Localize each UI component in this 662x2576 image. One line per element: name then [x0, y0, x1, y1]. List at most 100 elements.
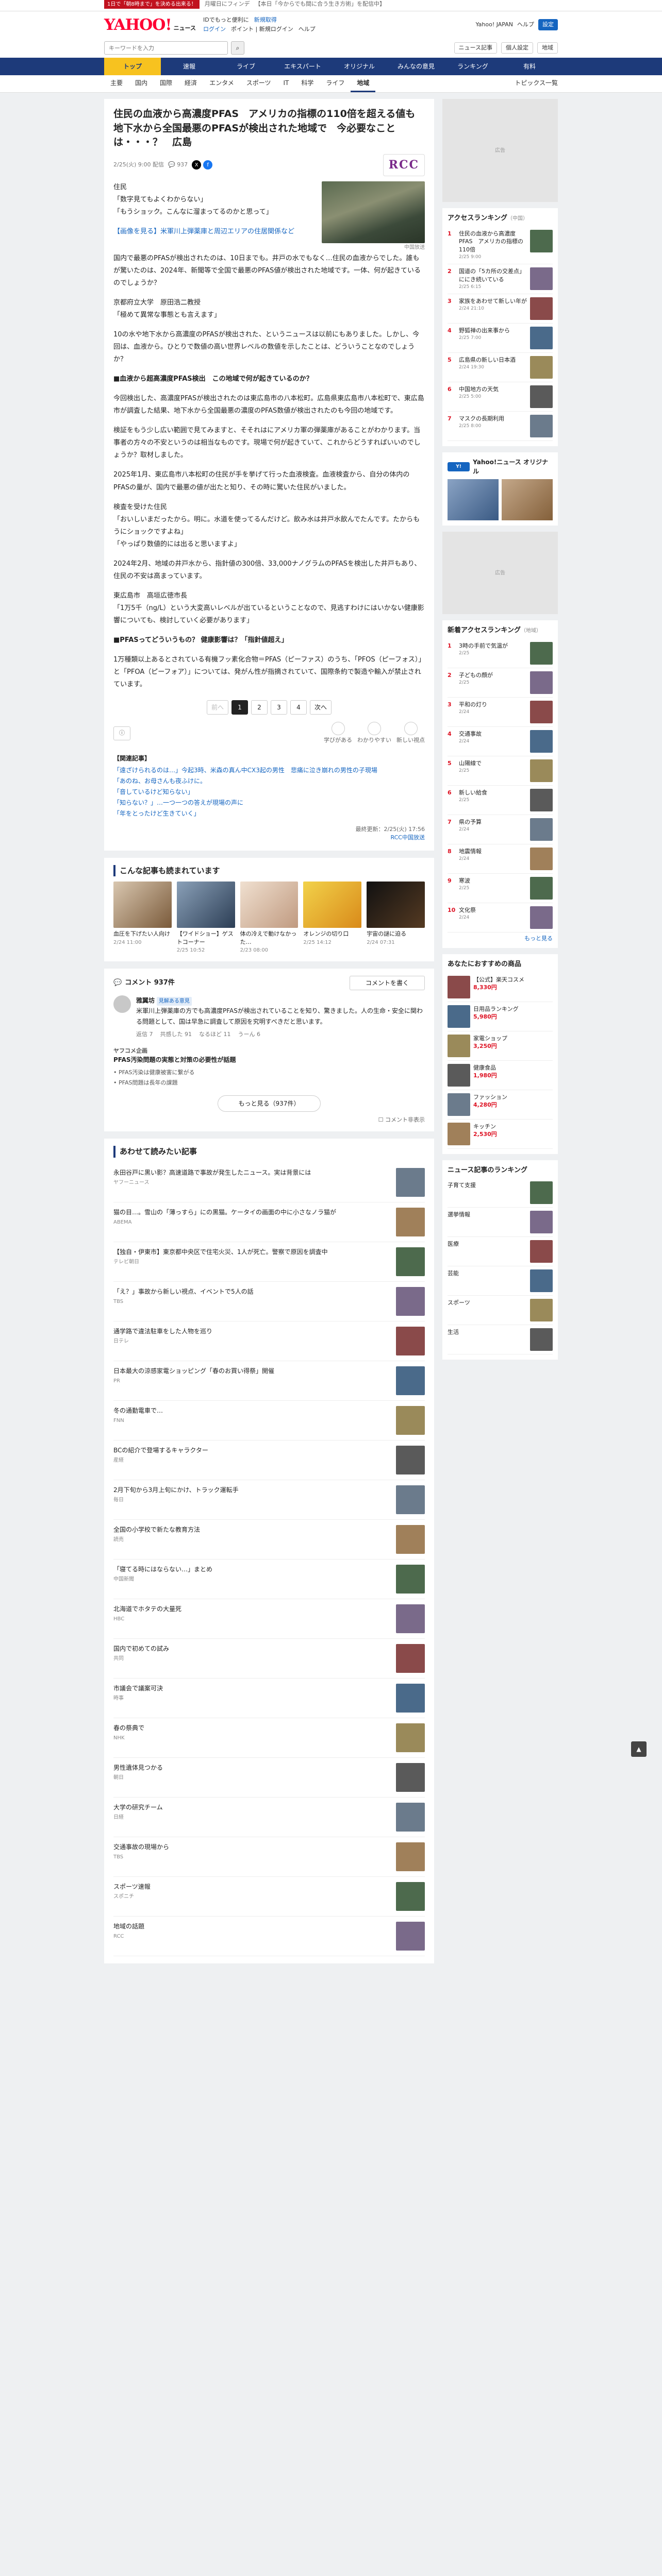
- list-item-thumb[interactable]: [396, 1802, 425, 1832]
- list-item[interactable]: 猫の目…。雪山の「薄っすら」にの黒猫。ケータイの画面の中に小さなノラ猫が ABEM…: [113, 1202, 425, 1242]
- list-item-title[interactable]: BCの紹介で登場するキャラクター: [113, 1446, 391, 1455]
- list-item-title[interactable]: 【独自・伊東市】東京都中央区で住宅火災、1人が死亡。警察で原因を調査中: [113, 1247, 391, 1257]
- list-item-title[interactable]: スポーツ速報: [113, 1882, 391, 1892]
- subnav-item[interactable]: エンタメ: [203, 75, 240, 92]
- list-item-thumb[interactable]: [396, 1366, 425, 1395]
- opinion-title[interactable]: PFAS汚染問題の実態と対策の必要性が話題: [113, 1055, 425, 1064]
- list-item-thumb[interactable]: [396, 1247, 425, 1276]
- list-item[interactable]: スポーツ速報 スポニチ: [113, 1877, 425, 1917]
- more-link[interactable]: もっと見る: [448, 935, 553, 943]
- sidebar-item-title[interactable]: 家族をあわせて新しい年が: [459, 297, 527, 306]
- nav-item[interactable]: トップ: [104, 58, 161, 75]
- list-item[interactable]: BCの紹介で登場するキャラクター 産経: [113, 1440, 425, 1480]
- list-item[interactable]: 冬の通勤電車で… FNN: [113, 1401, 425, 1440]
- subnav-item[interactable]: 国際: [154, 75, 178, 92]
- reaction-clear[interactable]: わかりやすい: [357, 722, 391, 745]
- sidebar-item-title[interactable]: 国道の「5カ所の交差点」ににき続いている: [459, 267, 527, 284]
- sidebar-item-title[interactable]: 子育て支援: [448, 1181, 527, 1190]
- list-item-title[interactable]: 男性遺体見つかる: [113, 1763, 391, 1773]
- sidebar-item[interactable]: 2 子どもの顔が 2/25: [448, 668, 553, 698]
- list-item[interactable]: 地域の話題 RCC: [113, 1917, 425, 1956]
- nav-item[interactable]: オリジナル: [331, 58, 388, 75]
- thumb-image[interactable]: [303, 882, 362, 928]
- list-item[interactable]: 大学の研究チーム 日経: [113, 1798, 425, 1837]
- subnav-item[interactable]: 地域: [351, 75, 376, 92]
- shop-title[interactable]: キッチン: [473, 1123, 497, 1130]
- sidebar-item-thumb[interactable]: [530, 297, 553, 320]
- read-also-item[interactable]: 体の冷えで動けなかった… 2/23 08:00: [240, 882, 299, 954]
- thumb-image[interactable]: [176, 882, 235, 928]
- list-item-thumb[interactable]: [396, 1485, 425, 1514]
- nav-item[interactable]: 速報: [161, 58, 218, 75]
- sidebar-item[interactable]: 10 文化祭 2/24: [448, 903, 553, 933]
- sidebar-item[interactable]: 8 地震情報 2/24: [448, 844, 553, 874]
- next-page-button[interactable]: 次へ: [310, 700, 332, 715]
- shop-item[interactable]: 家電ショップ 3,250円: [448, 1031, 553, 1061]
- shop-thumb[interactable]: [448, 1034, 470, 1057]
- shop-thumb[interactable]: [448, 1093, 470, 1116]
- sidebar-item-thumb[interactable]: [530, 327, 553, 350]
- article-photo[interactable]: 中国放送: [322, 181, 425, 250]
- list-item-thumb[interactable]: [396, 1882, 425, 1911]
- sidebar-item[interactable]: 生活: [448, 1325, 553, 1355]
- subnav-item[interactable]: 主要: [104, 75, 129, 92]
- sidebar-item[interactable]: 9 寒波 2/25: [448, 874, 553, 903]
- list-item-title[interactable]: 市議会で議案可決: [113, 1684, 391, 1693]
- sidebar-item-thumb[interactable]: [530, 906, 553, 929]
- list-item-thumb[interactable]: [396, 1564, 425, 1594]
- nav-item[interactable]: エキスパート: [274, 58, 331, 75]
- comments-count[interactable]: 💬 コメント 937件: [113, 978, 175, 988]
- list-item-thumb[interactable]: [396, 1643, 425, 1673]
- sidebar-item-thumb[interactable]: [530, 759, 553, 782]
- thumb-title[interactable]: 宇宙の謎に迫る: [367, 930, 425, 938]
- comment-author[interactable]: 雅翼坊: [136, 997, 155, 1004]
- list-item-thumb[interactable]: [396, 1326, 425, 1355]
- shop-item[interactable]: キッチン 2,530円: [448, 1120, 553, 1149]
- sidebar-item[interactable]: 3 平和の灯り 2/24: [448, 698, 553, 727]
- source-logo[interactable]: RCC: [383, 154, 425, 176]
- nav-item[interactable]: ランキング: [444, 58, 501, 75]
- sidebar-item[interactable]: 6 新しい給食 2/25: [448, 786, 553, 815]
- sidebar-item-thumb[interactable]: [530, 847, 553, 870]
- sidebar-item[interactable]: 4 交通事故 2/24: [448, 727, 553, 756]
- sidebar-item-title[interactable]: 医療: [448, 1240, 527, 1248]
- shop-title[interactable]: 日用品ランキング: [473, 1005, 519, 1013]
- thumb-title[interactable]: 【ワイドショー】ゲストコーナー: [177, 930, 235, 946]
- list-item[interactable]: 2月下旬から3月上旬にかけ、トラック運転手 毎日: [113, 1480, 425, 1520]
- list-item-thumb[interactable]: [396, 1723, 425, 1752]
- sidebar-item[interactable]: 選挙情報: [448, 1208, 553, 1238]
- subnav-item[interactable]: IT: [277, 75, 295, 92]
- thumb-image[interactable]: [113, 882, 172, 928]
- list-item-thumb[interactable]: [396, 1207, 425, 1236]
- related-link-text[interactable]: 「あのね、お母さんも夜ふけに。: [113, 777, 206, 785]
- list-item-thumb[interactable]: [396, 1167, 425, 1197]
- sidebar-item-title[interactable]: 山陽線で: [459, 759, 527, 768]
- sidebar-item-thumb[interactable]: [530, 700, 553, 723]
- sidebar-item-title[interactable]: マスクの長期利用: [459, 415, 527, 423]
- sidebar-item-thumb[interactable]: [530, 1211, 553, 1234]
- shop-thumb[interactable]: [448, 1063, 470, 1087]
- related-link[interactable]: 「あのね、お母さんも夜ふけに。: [113, 776, 425, 787]
- nav-item[interactable]: 有料: [501, 58, 558, 75]
- sidebar-item-thumb[interactable]: [530, 267, 553, 291]
- lead-image-link[interactable]: 【画像を見る】米軍川上弾薬庫と周辺エリアの住居関係など: [113, 226, 315, 238]
- sidebar-item-thumb[interactable]: [530, 1181, 553, 1205]
- search-icon[interactable]: ⌕: [231, 41, 244, 55]
- list-item-thumb[interactable]: [396, 1683, 425, 1713]
- sidebar-item-title[interactable]: 文化祭: [459, 906, 527, 914]
- subnav-item[interactable]: 国内: [129, 75, 154, 92]
- sidebar-item-title[interactable]: 県の予算: [459, 818, 527, 826]
- points-link[interactable]: ポイント | 新規ログイン: [231, 25, 293, 34]
- related-link[interactable]: 「年をとったけど生きていく」: [113, 808, 425, 819]
- list-item-title[interactable]: 国内で初めての試み: [113, 1644, 391, 1654]
- page-2-button[interactable]: 2: [251, 700, 268, 715]
- sidebar-item-title[interactable]: 3時の手前で気温が: [459, 642, 527, 650]
- reaction-learn[interactable]: 学びがある: [324, 722, 352, 745]
- sidebar-item[interactable]: 7 マスクの長期利用 2/25 8:00: [448, 412, 553, 442]
- list-item-thumb[interactable]: [396, 1762, 425, 1792]
- insight-button[interactable]: なるほど 11: [199, 1030, 231, 1040]
- list-item-title[interactable]: 2月下旬から3月上旬にかけ、トラック運転手: [113, 1485, 391, 1495]
- list-item[interactable]: 「え？」事故から新しい視点、イベントで5人の話 TBS: [113, 1282, 425, 1321]
- list-item[interactable]: 国内で初めての試み 共同: [113, 1639, 425, 1679]
- avatar[interactable]: [113, 995, 131, 1013]
